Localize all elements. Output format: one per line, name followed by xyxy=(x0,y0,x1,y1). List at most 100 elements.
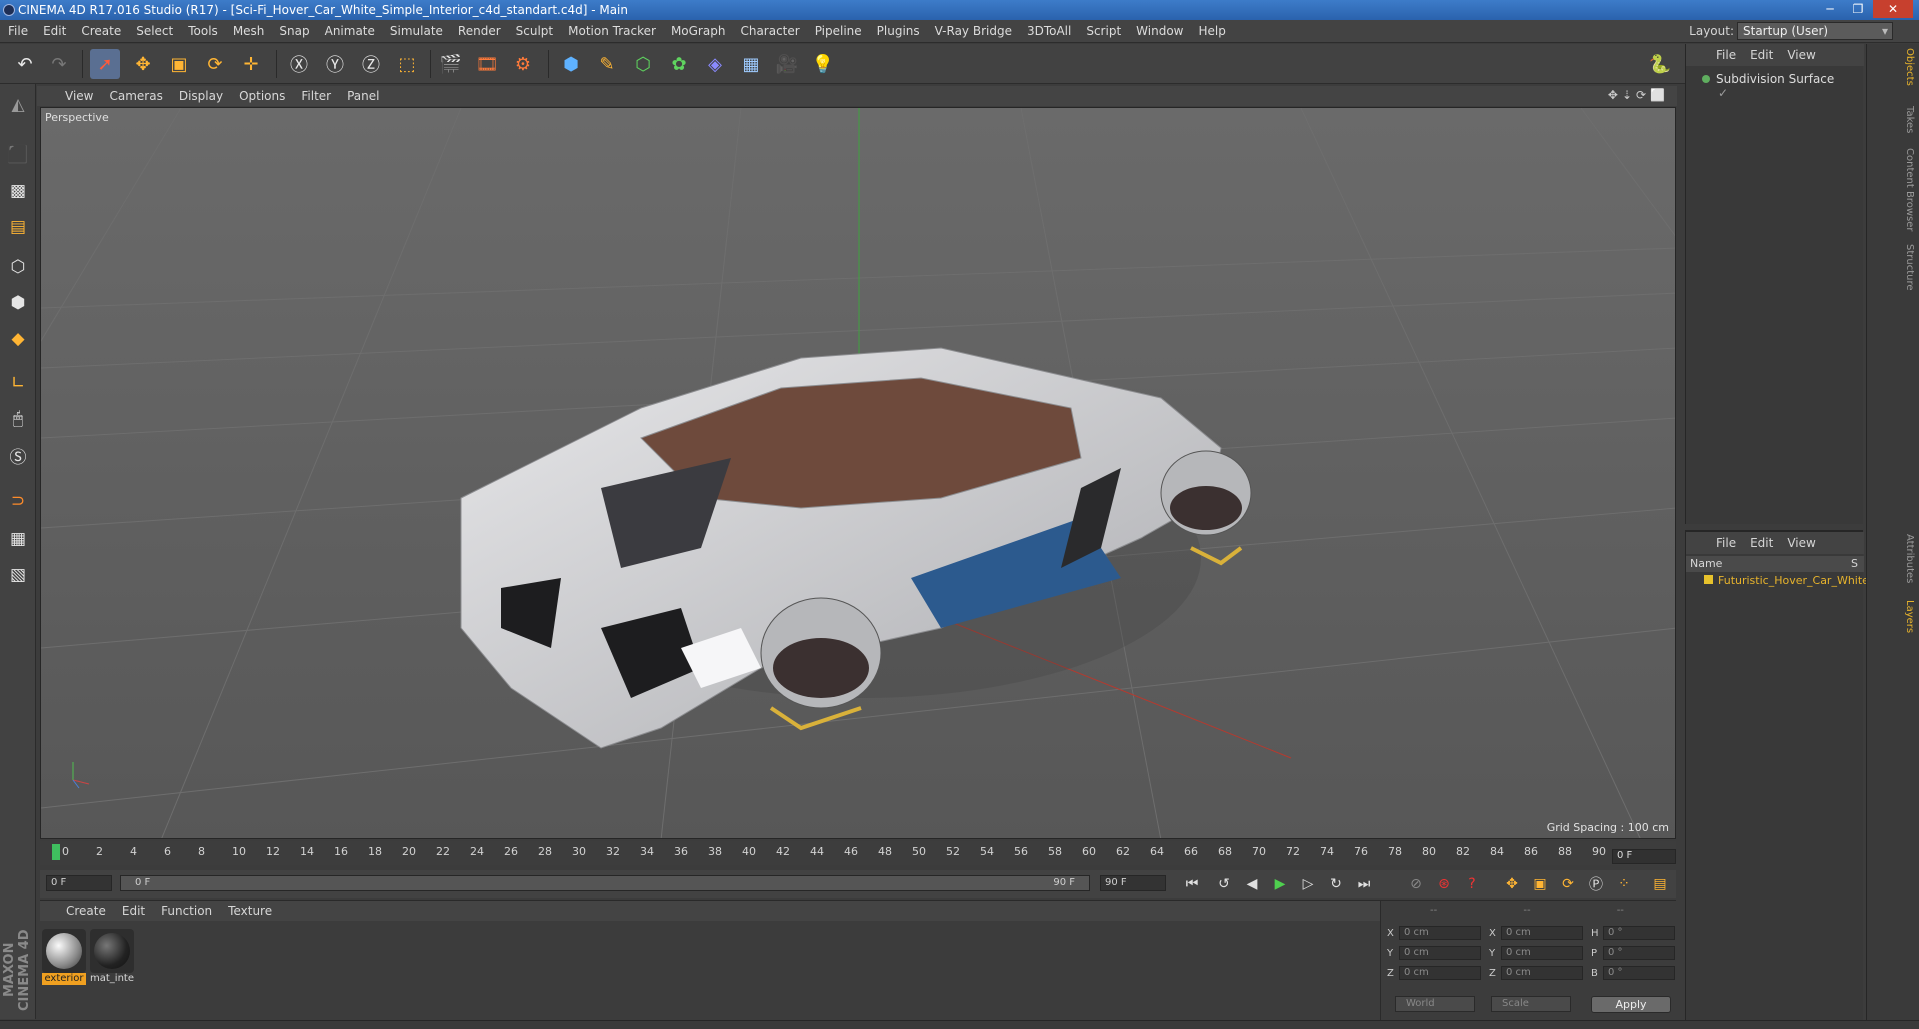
menu-sculpt[interactable]: Sculpt xyxy=(516,24,553,38)
menu-animate[interactable]: Animate xyxy=(325,24,375,38)
menu-character[interactable]: Character xyxy=(740,24,799,38)
rotate-icon[interactable]: ⟳ xyxy=(200,49,230,79)
viewport-menu-display[interactable]: Display xyxy=(179,89,223,103)
scale-icon[interactable]: ▣ xyxy=(164,49,194,79)
cube-icon[interactable]: ⬢ xyxy=(556,49,586,79)
tab-content-browser[interactable]: Content Browser xyxy=(1899,148,1915,231)
layer-menu-file[interactable]: File xyxy=(1716,536,1736,550)
menu-window[interactable]: Window xyxy=(1136,24,1183,38)
object-menu-edit[interactable]: Edit xyxy=(1750,48,1773,62)
edges-mode-icon[interactable]: ⬢ xyxy=(3,288,33,318)
position-x-field[interactable]: 0 cm xyxy=(1399,926,1481,940)
polygons-mode-icon[interactable]: ◆ xyxy=(3,324,33,354)
auto-keying-icon[interactable]: ⊛ xyxy=(1432,873,1456,895)
coordinate-system-icon[interactable]: ⬚ xyxy=(392,49,422,79)
layout-select[interactable]: Startup (User) xyxy=(1737,22,1893,40)
workplane-icon[interactable]: ▤ xyxy=(3,212,33,242)
move-icon[interactable]: ✥ xyxy=(128,49,158,79)
axis-mode-icon[interactable]: ∟ xyxy=(3,368,33,398)
material-swatch-interior[interactable]: mat_inte xyxy=(90,929,134,985)
material-menu-create[interactable]: Create xyxy=(66,904,106,918)
apply-button[interactable]: Apply xyxy=(1591,996,1671,1013)
tab-structure[interactable]: Structure xyxy=(1899,244,1915,291)
layer-menu-view[interactable]: View xyxy=(1787,536,1815,550)
close-icon[interactable]: ✕ xyxy=(1873,0,1913,18)
floor-icon[interactable]: ▦ xyxy=(736,49,766,79)
viewport-menu-view[interactable]: View xyxy=(65,89,93,103)
camera-icon[interactable]: 🎥 xyxy=(772,49,802,79)
undo-icon[interactable]: ↶ xyxy=(10,49,40,79)
planar-workplane-icon[interactable]: ▧ xyxy=(3,560,33,590)
go-to-start-icon[interactable]: ⏮ xyxy=(1180,873,1204,895)
playhead[interactable] xyxy=(52,844,60,860)
live-selection-icon[interactable]: ➚ xyxy=(90,49,120,79)
visibility-check-icon[interactable]: ✓ xyxy=(1718,86,1728,100)
restore-icon[interactable]: ❐ xyxy=(1845,0,1871,18)
end-frame-field[interactable]: 90 F xyxy=(1100,875,1166,891)
tab-objects[interactable]: Objects xyxy=(1899,48,1915,86)
key-rotation-icon[interactable]: ⟳ xyxy=(1556,873,1580,895)
material-menu-edit[interactable]: Edit xyxy=(122,904,145,918)
pen-spline-icon[interactable]: ✎ xyxy=(592,49,622,79)
deformer-icon[interactable]: ◈ xyxy=(700,49,730,79)
menu-tools[interactable]: Tools xyxy=(188,24,218,38)
viewport-nav-icons[interactable]: ✥⇣⟳⬜ xyxy=(1608,88,1669,102)
render-view-icon[interactable]: 🎬 xyxy=(436,49,466,79)
previous-key-icon[interactable]: ↺ xyxy=(1212,873,1236,895)
cloner-icon[interactable]: ✿ xyxy=(664,49,694,79)
key-position-icon[interactable]: ✥ xyxy=(1500,873,1524,895)
make-editable-icon[interactable]: ◭ xyxy=(3,90,33,120)
render-settings-icon[interactable]: ⚙ xyxy=(508,49,538,79)
timeline-ruler[interactable]: 0 2 4 6 8 10 12 14 16 18 20 22 24 26 28 … xyxy=(40,841,1676,865)
menu-pipeline[interactable]: Pipeline xyxy=(815,24,862,38)
current-frame-field[interactable]: 0 F xyxy=(1612,849,1676,864)
next-frame-icon[interactable]: ▷ xyxy=(1296,873,1320,895)
texture-mode-icon[interactable]: ▩ xyxy=(3,176,33,206)
x-axis-icon[interactable]: Ⓧ xyxy=(284,49,314,79)
menu-plugins[interactable]: Plugins xyxy=(877,24,920,38)
object-menu-view[interactable]: View xyxy=(1787,48,1815,62)
go-to-end-icon[interactable]: ⏭ xyxy=(1352,873,1376,895)
viewport-menu-filter[interactable]: Filter xyxy=(301,89,331,103)
menu-mograph[interactable]: MoGraph xyxy=(671,24,726,38)
snap-icon[interactable]: Ⓢ xyxy=(3,440,33,470)
rotation-h-field[interactable]: 0 ° xyxy=(1603,926,1675,940)
viewport-menu-options[interactable]: Options xyxy=(239,89,285,103)
menu-create[interactable]: Create xyxy=(81,24,121,38)
tab-takes[interactable]: Takes xyxy=(1899,106,1915,133)
size-x-field[interactable]: 0 cm xyxy=(1501,926,1583,940)
key-scale-icon[interactable]: ▣ xyxy=(1528,873,1552,895)
menu-motion-tracker[interactable]: Motion Tracker xyxy=(568,24,656,38)
redo-icon[interactable]: ↷ xyxy=(44,49,74,79)
keyframe-selection-icon[interactable]: ? xyxy=(1460,873,1484,895)
tab-attributes[interactable]: Attributes xyxy=(1899,534,1915,583)
magnet-icon[interactable]: ⊃ xyxy=(3,486,33,516)
material-swatch-exterior[interactable]: exterior xyxy=(42,929,86,985)
size-y-field[interactable]: 0 cm xyxy=(1501,946,1583,960)
timeline-window-icon[interactable]: ▤ xyxy=(1648,873,1672,895)
menu-simulate[interactable]: Simulate xyxy=(390,24,443,38)
frame-range-slider[interactable]: 0 F 90 F xyxy=(120,875,1090,891)
python-icon[interactable]: 🐍 xyxy=(1645,49,1675,79)
position-z-field[interactable]: 0 cm xyxy=(1399,966,1481,980)
subdivision-icon[interactable]: ⬡ xyxy=(628,49,658,79)
layer-row[interactable]: Futuristic_Hover_Car_White xyxy=(1690,574,1869,587)
record-keys-icon[interactable]: ⊘ xyxy=(1404,873,1428,895)
viewport-menu-panel[interactable]: Panel xyxy=(347,89,379,103)
tweak-mode-icon[interactable]: 🖱 xyxy=(3,404,33,434)
menu-3dtoall[interactable]: 3DToAll xyxy=(1027,24,1071,38)
locked-workplane-icon[interactable]: ▦ xyxy=(3,524,33,554)
previous-frame-icon[interactable]: ◀ xyxy=(1240,873,1264,895)
perspective-viewport[interactable]: Perspective Grid Spacing : 100 cm xyxy=(40,107,1676,839)
rotation-b-field[interactable]: 0 ° xyxy=(1603,966,1675,980)
play-icon[interactable]: ▶ xyxy=(1268,873,1292,895)
start-frame-field[interactable]: 0 F xyxy=(46,875,112,891)
object-row-subdivision-surface[interactable]: Subdivision Surface ✓ xyxy=(1690,72,1863,100)
menu-vray-bridge[interactable]: V-Ray Bridge xyxy=(935,24,1012,38)
y-axis-icon[interactable]: Ⓨ xyxy=(320,49,350,79)
next-key-icon[interactable]: ↻ xyxy=(1324,873,1348,895)
menu-edit[interactable]: Edit xyxy=(43,24,66,38)
layer-menu-edit[interactable]: Edit xyxy=(1750,536,1773,550)
menu-select[interactable]: Select xyxy=(136,24,173,38)
viewport-menu-cameras[interactable]: Cameras xyxy=(109,89,162,103)
